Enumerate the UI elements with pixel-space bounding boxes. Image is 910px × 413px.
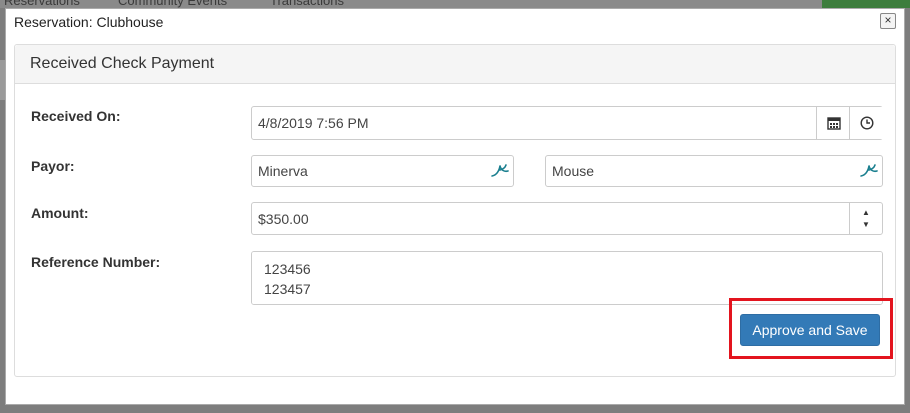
payor-last-name-value: Mouse [552, 163, 595, 179]
amount-spinner[interactable]: ▲ ▼ [849, 203, 882, 234]
amount-label: Amount: [31, 205, 89, 221]
close-icon[interactable]: × [880, 13, 896, 29]
approve-and-save-button[interactable]: Approve and Save [740, 314, 880, 346]
reservation-dialog: Reservation: Clubhouse × Received Check … [5, 8, 905, 405]
calendar-button[interactable] [816, 107, 850, 139]
clock-icon [859, 116, 874, 130]
reference-number-label: Reference Number: [31, 254, 161, 270]
payor-label: Payor: [31, 158, 75, 174]
amount-value: $350.00 [258, 210, 309, 227]
spinner-up-icon[interactable]: ▲ [862, 207, 870, 219]
received-on-input[interactable]: 4/8/2019 7:56 PM [251, 106, 883, 140]
background-tab: Community Events [118, 0, 228, 8]
background-green-button [822, 0, 910, 8]
background-tab-bar: Reservations Community Events Transactio… [0, 0, 910, 8]
reference-number-textarea[interactable]: 123456 123457 [251, 251, 883, 305]
dialog-title: Reservation: Clubhouse [14, 14, 164, 30]
background-tab: Reservations [4, 0, 80, 8]
lookup-icon[interactable] [491, 163, 509, 177]
dialog-titlebar: Reservation: Clubhouse × [6, 9, 904, 35]
spinner-down-icon[interactable]: ▼ [862, 219, 870, 231]
received-on-label: Received On: [31, 108, 121, 124]
received-on-value: 4/8/2019 7:56 PM [258, 115, 369, 131]
calendar-icon [826, 117, 841, 130]
payor-first-name-input[interactable]: Minerva [251, 155, 514, 187]
panel-title: Received Check Payment [30, 55, 215, 72]
background-tab: Transactions [270, 0, 344, 8]
amount-input[interactable]: $350.00 ▲ ▼ [251, 202, 883, 235]
payor-last-name-input[interactable]: Mouse [545, 155, 883, 187]
lookup-icon[interactable] [860, 163, 878, 177]
payor-first-name-value: Minerva [258, 163, 308, 179]
clock-button[interactable] [849, 107, 883, 139]
panel-heading: Received Check Payment [15, 45, 895, 84]
